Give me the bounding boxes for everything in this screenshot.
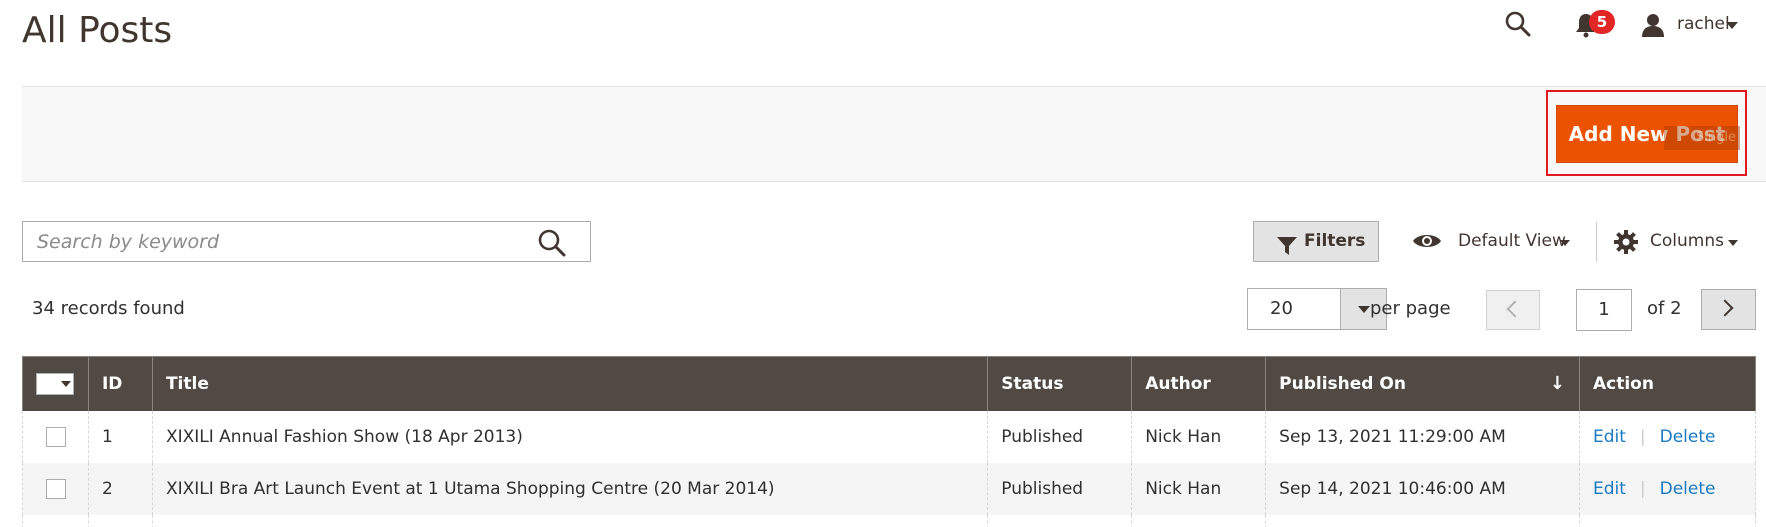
cell-author: Nick Han	[1131, 462, 1267, 515]
sort-descending-icon: ↓	[1549, 373, 1565, 394]
per-page-label: per page	[1370, 298, 1451, 319]
columns-label: Columns	[1650, 231, 1724, 251]
edit-link[interactable]: Edit	[1593, 427, 1626, 447]
table-row-partial	[22, 514, 1757, 527]
chevron-down-icon	[1358, 306, 1370, 313]
mass-action-header[interactable]	[22, 356, 89, 411]
notifications-count-badge[interactable]: 5	[1589, 10, 1615, 34]
posts-grid: ID Title Status Author Published On ↓ Ac…	[22, 356, 1757, 527]
filters-label: Filters	[1304, 231, 1366, 251]
cell-actions: Edit | Delete	[1578, 462, 1757, 515]
highlight-box	[1546, 90, 1747, 176]
cell-id: 1	[87, 410, 153, 463]
next-page-button[interactable]	[1701, 289, 1756, 330]
table-row: 2 XIXILI Bra Art Launch Event at 1 Utama…	[22, 462, 1757, 515]
row-checkbox[interactable]	[46, 426, 66, 447]
column-header-published-on-label: Published On	[1279, 373, 1406, 394]
chevron-down-icon	[61, 381, 71, 387]
grid-header-row: ID Title Status Author Published On ↓ Ac…	[22, 356, 1757, 411]
user-menu-name[interactable]: rachel	[1677, 14, 1730, 34]
records-found-count: 34 records found	[32, 298, 185, 319]
cell-actions: Edit | Delete	[1578, 410, 1757, 463]
cell-title: XIXILI Bra Art Launch Event at 1 Utama S…	[151, 462, 989, 515]
funnel-icon	[1276, 232, 1298, 255]
cell-status: Published	[987, 462, 1133, 515]
column-header-published-on[interactable]: Published On ↓	[1265, 356, 1580, 411]
toolbar-divider	[1596, 222, 1597, 262]
edit-link[interactable]: Edit	[1593, 479, 1626, 499]
delete-link[interactable]: Delete	[1660, 427, 1716, 447]
gear-icon	[1614, 230, 1638, 254]
page-title: All Posts	[22, 10, 173, 51]
user-menu-caret-icon[interactable]	[1726, 22, 1738, 29]
per-page-value: 20	[1270, 298, 1293, 319]
user-avatar-icon[interactable]	[1640, 12, 1666, 38]
current-page-input[interactable]: 1	[1576, 289, 1632, 331]
table-row: 1 XIXILI Annual Fashion Show (18 Apr 201…	[22, 410, 1757, 463]
previous-page-button[interactable]	[1486, 290, 1540, 330]
action-separator: |	[1639, 426, 1646, 447]
column-header-status[interactable]: Status	[987, 356, 1133, 411]
column-header-action: Action	[1578, 356, 1757, 411]
chevron-down-icon	[1728, 240, 1738, 246]
mass-select-checkbox[interactable]	[37, 374, 57, 394]
total-pages-label: of 2	[1647, 298, 1682, 319]
cell-author: Nick Han	[1131, 410, 1267, 463]
keyword-search-box	[22, 221, 591, 262]
eye-icon	[1412, 230, 1442, 252]
column-header-author[interactable]: Author	[1131, 356, 1267, 411]
cell-title: XIXILI Annual Fashion Show (18 Apr 2013)	[151, 410, 989, 463]
column-header-id[interactable]: ID	[87, 356, 153, 411]
global-search-icon[interactable]	[1504, 10, 1532, 38]
cell-published-on: Sep 14, 2021 10:46:00 AM	[1265, 462, 1580, 515]
filters-button[interactable]: Filters	[1253, 221, 1379, 262]
cell-published-on: Sep 13, 2021 11:29:00 AM	[1265, 410, 1580, 463]
per-page-select[interactable]: 20	[1247, 288, 1387, 330]
keyword-search-input[interactable]	[23, 222, 543, 261]
search-icon[interactable]	[537, 228, 567, 258]
chevron-down-icon	[1560, 240, 1570, 246]
cell-status: Published	[987, 410, 1133, 463]
column-header-title[interactable]: Title	[151, 356, 989, 411]
action-separator: |	[1639, 478, 1646, 499]
view-label: Default View	[1458, 231, 1566, 251]
row-checkbox[interactable]	[46, 478, 66, 499]
chevron-left-icon	[1506, 300, 1524, 318]
page-actions-bar	[22, 86, 1766, 182]
delete-link[interactable]: Delete	[1660, 479, 1716, 499]
cell-id: 2	[87, 462, 153, 515]
mass-select-dropdown[interactable]	[36, 373, 74, 395]
chevron-right-icon	[1716, 299, 1734, 317]
